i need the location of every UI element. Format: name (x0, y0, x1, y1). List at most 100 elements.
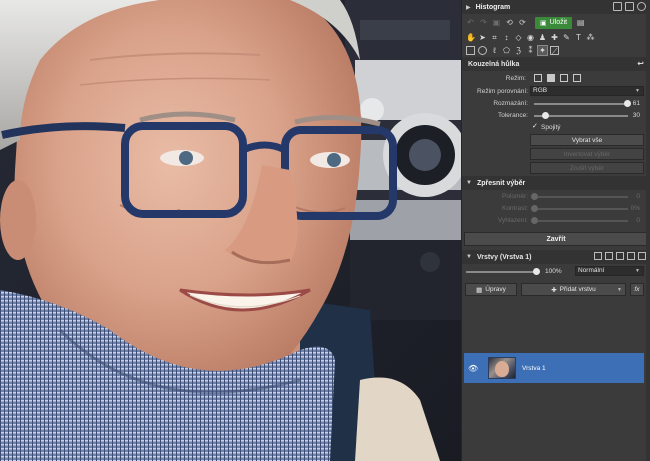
contiguous-row[interactable]: ✓ Spojitý (462, 121, 650, 133)
histogram-circle-icon[interactable] (637, 2, 646, 11)
chevron-down-icon: ▼ (617, 286, 622, 293)
delete-layer-icon[interactable] (627, 252, 635, 260)
magic-wand-title: Kouzelná hůlka (468, 60, 520, 68)
select-all-button[interactable]: Vybrat vše (530, 134, 644, 146)
smooth-slider[interactable] (530, 217, 628, 224)
text-tool-icon[interactable]: T (574, 33, 583, 42)
redeye-tool-icon[interactable]: ◉ (526, 33, 535, 42)
history-icon[interactable]: ▣ (492, 18, 501, 27)
mode-intersect-icon[interactable] (573, 74, 581, 82)
chevron-down-icon: ▼ (635, 268, 640, 274)
radius-row: Poloměr: 0 (462, 190, 650, 202)
folder-icon[interactable] (616, 252, 624, 260)
brush-tool-icon[interactable]: ✎ (562, 33, 571, 42)
radius-slider-thumb[interactable] (530, 193, 538, 200)
fx-button[interactable]: fx (630, 283, 644, 296)
right-panel: ▶ Histogram ↶ ↷ ▣ ⟲ ⟳ ▣ Uložit ▤ ✋ ➤ ⌗ ↕… (461, 0, 650, 461)
refine-header[interactable]: ▼ Zpřesnit výběr (462, 176, 650, 190)
stamp-tool-icon[interactable]: ♟ (538, 33, 547, 42)
shapes-tool-icon[interactable]: ⁂ (586, 33, 595, 42)
rotate-right-icon[interactable]: ⟳ (518, 18, 527, 27)
crop-tool-icon[interactable]: ⌗ (490, 33, 499, 42)
blur-value: 61 (632, 99, 640, 107)
straighten-tool-icon[interactable]: ↕ (502, 33, 511, 42)
mode-label: Režim: (505, 74, 526, 82)
layer-buttons-row: ▦ Úpravy ✚ Přidat vrstvu ▼ fx (462, 281, 650, 298)
radius-slider[interactable] (530, 193, 628, 200)
layers-title: Vrstvy (Vrstva 1) (476, 253, 532, 261)
histogram-header[interactable]: ▶ Histogram (462, 0, 650, 14)
layers-menu-icon[interactable] (638, 252, 646, 260)
eye-icon[interactable]: 👁 (468, 364, 482, 373)
export-icon[interactable]: ▤ (576, 18, 585, 27)
edits-button[interactable]: ▦ Úpravy (465, 283, 517, 296)
blur-slider-thumb[interactable] (623, 100, 631, 107)
smooth-label: Vyhlazení: (497, 216, 528, 224)
undo-icon[interactable]: ↶ (466, 18, 475, 27)
deselect-button[interactable]: Zrušit výběr (530, 162, 644, 174)
radius-label: Poloměr: (501, 192, 528, 200)
redo-icon[interactable]: ↷ (479, 18, 488, 27)
blur-label: Rozmazání: (493, 99, 528, 107)
mode-add-icon[interactable] (547, 74, 555, 82)
portrait-photo (0, 0, 461, 461)
histogram-view-icon[interactable] (625, 2, 634, 11)
opacity-slider[interactable] (466, 268, 540, 275)
refine-title: Zpřesnit výběr (476, 179, 526, 187)
layer-name: Vrstva 1 (522, 364, 546, 372)
save-button[interactable]: ▣ Uložit (535, 16, 573, 29)
collapse-arrow-icon[interactable]: ▼ (466, 180, 472, 186)
blend-mode-select[interactable]: Normální ▼ (575, 266, 644, 276)
add-layer-button[interactable]: ✚ Přidat vrstvu ▼ (521, 283, 626, 296)
rect-select-icon[interactable] (466, 46, 475, 55)
photo-canvas[interactable] (0, 0, 461, 461)
back-icon[interactable]: ↩ (637, 59, 644, 68)
opacity-slider-thumb[interactable] (532, 268, 540, 275)
compare-mode-select[interactable]: RGB ▼ (530, 86, 644, 96)
rotate-left-icon[interactable]: ⟲ (505, 18, 514, 27)
grid-icon: ▦ (476, 286, 483, 294)
layers-header[interactable]: ▼ Vrstvy (Vrstva 1) (462, 250, 650, 264)
tolerance-slider[interactable] (534, 112, 628, 119)
ellipse-select-icon[interactable] (478, 46, 487, 55)
heal-tool-icon[interactable]: ✚ (550, 33, 559, 42)
close-button[interactable]: Zavřít (464, 232, 648, 246)
magnetic-lasso-icon[interactable]: ℨ (514, 46, 523, 55)
invert-selection-button[interactable]: Invertovat výběr (530, 148, 644, 160)
lasso-icon[interactable]: ℓ (490, 46, 499, 55)
contiguous-label: Spojitý (541, 123, 561, 131)
tools-row-1: ✋ ➤ ⌗ ↕ ◇ ◉ ♟ ✚ ✎ T ⁂ (462, 31, 650, 44)
collapse-arrow-icon[interactable]: ▼ (466, 254, 472, 260)
selection-brush-icon[interactable]: ⁑ (526, 46, 535, 55)
collapse-arrow-icon[interactable]: ▶ (466, 4, 471, 11)
tolerance-slider-thumb[interactable] (541, 112, 549, 119)
blur-slider[interactable] (534, 100, 631, 107)
edit-toolbar: ↶ ↷ ▣ ⟲ ⟳ ▣ Uložit ▤ (462, 14, 650, 31)
invert-select-icon[interactable]: ⟋ (550, 46, 559, 56)
transform-tool-icon[interactable]: ◇ (514, 33, 523, 42)
blend-mode-value: Normální (578, 267, 605, 274)
smooth-slider-thumb[interactable] (530, 217, 538, 224)
compare-mode-value: RGB (533, 87, 548, 94)
mask-icon[interactable] (605, 252, 613, 260)
mode-row: Režim: (462, 71, 650, 85)
hand-tool-icon[interactable]: ✋ (466, 33, 476, 42)
histogram-title: Histogram (475, 3, 511, 11)
layer-item[interactable]: 👁 Vrstva 1 (464, 353, 644, 383)
histogram-settings-icon[interactable] (613, 2, 622, 11)
panel-scrollbar[interactable] (646, 14, 650, 461)
contrast-slider-thumb[interactable] (530, 205, 538, 212)
add-layer-label: Přidat vrstvu (559, 286, 596, 293)
mode-subtract-icon[interactable] (560, 74, 568, 82)
mode-new-icon[interactable] (534, 74, 542, 82)
polygon-lasso-icon[interactable]: ⬠ (502, 46, 511, 55)
magic-wand-icon[interactable]: ✦ (537, 45, 548, 56)
duplicate-layer-icon[interactable] (594, 252, 602, 260)
contrast-slider[interactable] (530, 205, 628, 212)
pointer-tool-icon[interactable]: ➤ (478, 33, 487, 42)
contiguous-checkbox[interactable]: ✓ (532, 123, 538, 130)
contrast-label: Kontrast: (501, 204, 528, 212)
save-label: Uložit (549, 19, 568, 26)
compare-mode-label: Režim porovnání: (477, 87, 528, 95)
plus-icon: ✚ (551, 286, 557, 294)
